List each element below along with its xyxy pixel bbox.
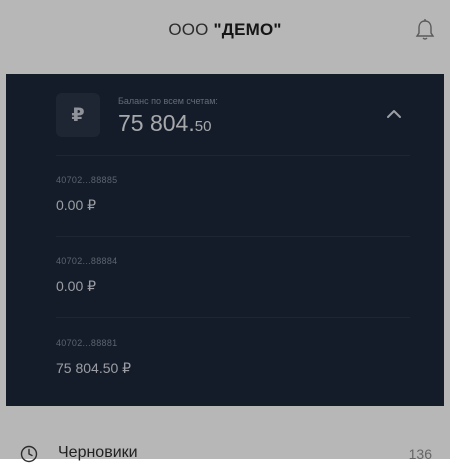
drafts-count: 136 — [408, 446, 432, 462]
divider — [56, 317, 410, 318]
drafts-label: Черновики — [58, 444, 138, 461]
account-item[interactable]: 40702...88881 75 804.50 ₽ — [56, 338, 386, 377]
account-item[interactable]: 40702...88884 0.00 ₽ — [56, 256, 386, 295]
balance-cents: 50 — [194, 118, 212, 135]
org-prefix: ООО — [168, 20, 214, 39]
account-amount: 0.00 ₽ — [56, 278, 97, 294]
top-bar: ООО "ДЕМО" — [0, 0, 450, 74]
organization-title[interactable]: ООО "ДЕМО" — [0, 20, 450, 40]
account-number: 40702...88884 — [56, 256, 118, 266]
bell-icon[interactable] — [414, 18, 436, 42]
account-number: 40702...88885 — [56, 175, 118, 185]
ruble-icon: ₽ — [56, 93, 100, 137]
account-number: 40702...88881 — [56, 338, 118, 348]
divider — [56, 236, 410, 237]
drafts-row[interactable]: Черновики 136 — [0, 406, 450, 463]
account-item[interactable]: 40702...88885 0.00 ₽ — [56, 175, 386, 214]
total-balance: 75 804.50 — [118, 110, 211, 137]
divider — [56, 155, 410, 156]
chevron-up-icon[interactable] — [384, 106, 404, 122]
balance-main: 75 804. — [118, 110, 195, 136]
balance-panel: ₽ Баланс по всем счетам: 75 804.50 40702… — [6, 74, 444, 406]
balance-label: Баланс по всем счетам: — [118, 96, 218, 106]
app-screen: ООО "ДЕМО" ₽ Баланс по всем счетам: 75 8… — [0, 0, 450, 463]
org-name: "ДЕМО" — [213, 20, 282, 39]
clock-icon — [20, 445, 38, 463]
account-amount: 0.00 ₽ — [56, 197, 97, 213]
account-amount: 75 804.50 ₽ — [56, 360, 132, 376]
